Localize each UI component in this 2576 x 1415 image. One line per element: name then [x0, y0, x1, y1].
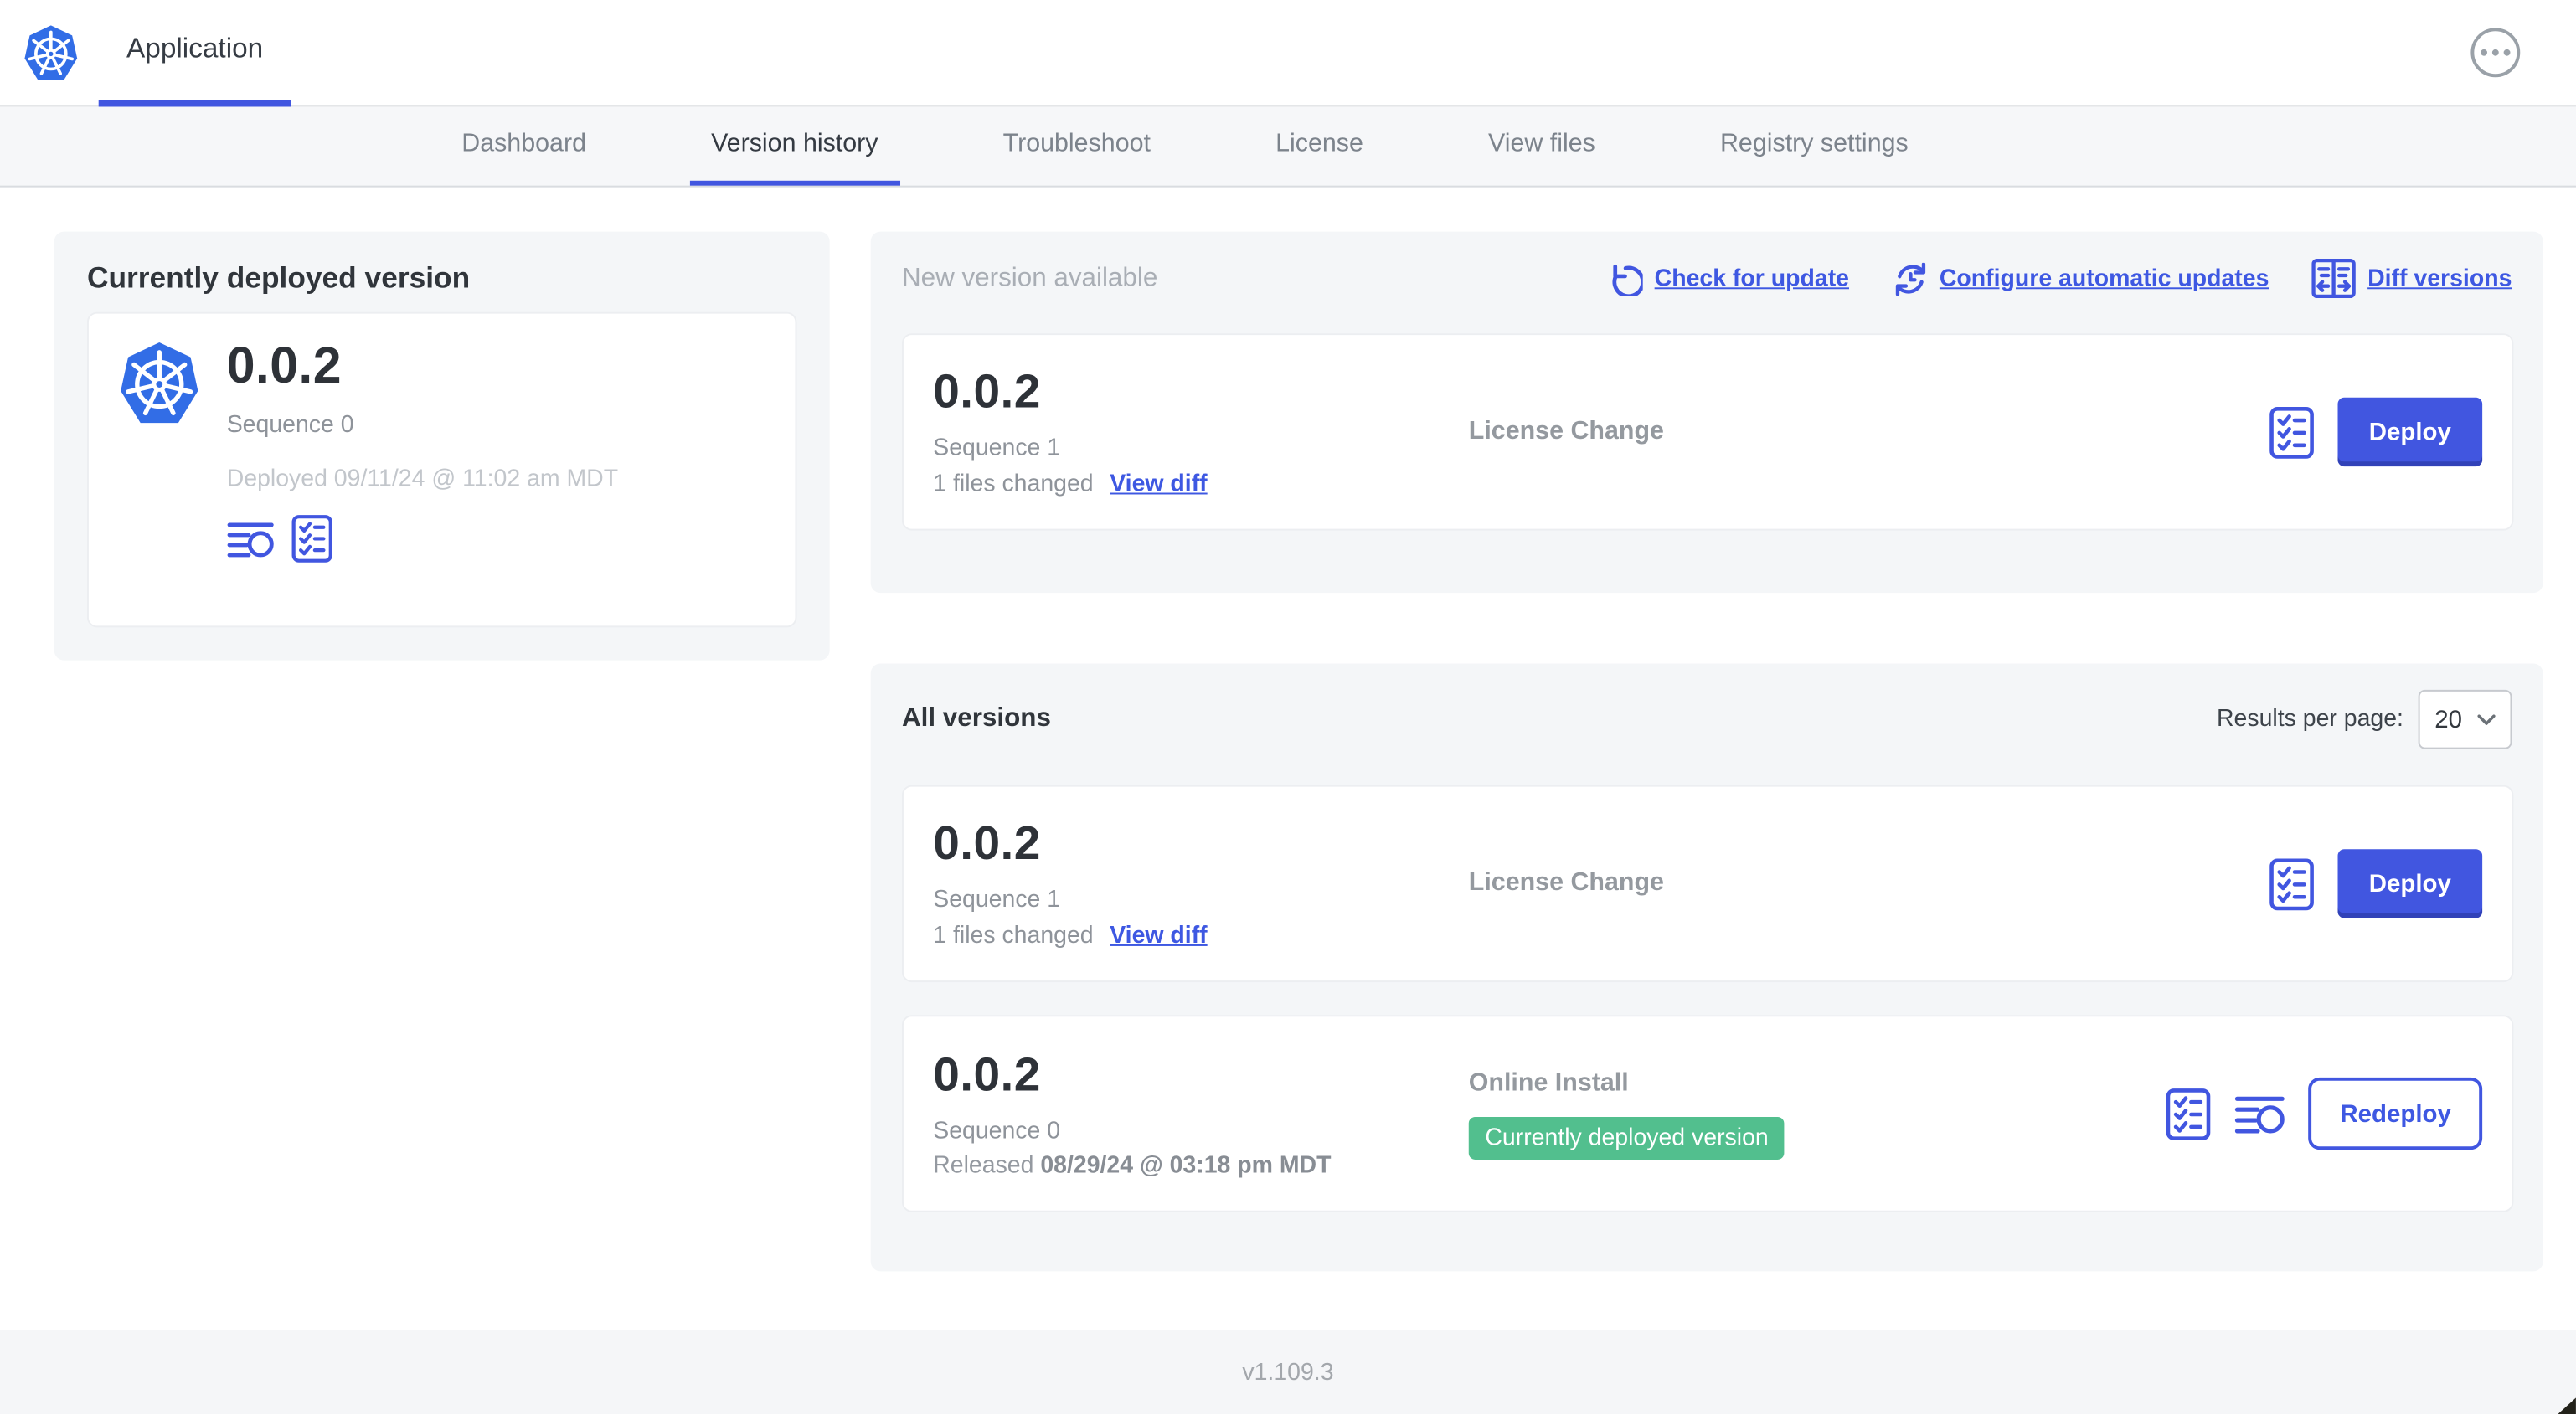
check-for-update-link[interactable]: Check for update: [1610, 262, 1849, 295]
checklist-icon[interactable]: [2269, 857, 2315, 911]
checklist-icon[interactable]: [291, 514, 333, 563]
currently-deployed-panel: Currently deployed version 0.0.2 Sequenc…: [54, 231, 830, 661]
cursor-artifact: [2558, 1397, 2576, 1415]
version-number: 0.0.2: [933, 817, 1041, 871]
kubernetes-app-icon: [118, 338, 200, 429]
logs-icon[interactable]: [227, 518, 275, 559]
kubernetes-logo-icon: [23, 22, 79, 83]
tab-dashboard[interactable]: Dashboard: [440, 107, 608, 186]
refresh-icon: [1610, 262, 1643, 295]
version-source: Online Install: [1468, 1068, 1629, 1097]
tab-license[interactable]: License: [1255, 107, 1385, 186]
tab-troubleshoot[interactable]: Troubleshoot: [981, 107, 1172, 186]
current-sequence: Sequence 0: [226, 412, 354, 439]
redeploy-button[interactable]: Redeploy: [2309, 1077, 2483, 1150]
all-versions-title: All versions: [901, 704, 1051, 733]
new-version-card: 0.0.2 Sequence 1 1 files changed View di…: [901, 333, 2514, 531]
checklist-icon[interactable]: [2166, 1087, 2212, 1141]
configure-automatic-updates-label: Configure automatic updates: [1939, 265, 2269, 292]
currently-deployed-badge: Currently deployed version: [1468, 1115, 1785, 1159]
ellipsis-icon[interactable]: [2470, 28, 2521, 78]
chevron-down-icon: [2477, 713, 2496, 725]
diff-icon: [2311, 258, 2356, 299]
files-changed-text: 1 files changed: [933, 923, 1094, 949]
tab-version-history[interactable]: Version history: [689, 107, 900, 186]
diff-versions-link[interactable]: Diff versions: [2311, 258, 2512, 299]
diff-versions-label: Diff versions: [2367, 265, 2512, 292]
version-released-timestamp: Released 08/29/24 @ 03:18 pm MDT: [933, 1152, 1332, 1179]
currently-deployed-card: 0.0.2 Sequence 0 Deployed 09/11/24 @ 11:…: [86, 311, 797, 628]
auto-update-icon: [1892, 262, 1928, 295]
top-header: Application: [0, 0, 2576, 107]
all-versions-section: All versions Results per page: 20 0.0.2 …: [870, 663, 2543, 1272]
new-version-section: New version available Check for update C…: [870, 231, 2543, 594]
configure-automatic-updates-link[interactable]: Configure automatic updates: [1892, 262, 2269, 295]
results-per-page-select[interactable]: 20: [2418, 689, 2512, 749]
deploy-button[interactable]: Deploy: [2337, 397, 2483, 467]
current-version-number: 0.0.2: [226, 337, 342, 394]
version-row: 0.0.2 Sequence 0 Released 08/29/24 @ 03:…: [901, 1015, 2514, 1212]
checklist-icon[interactable]: [2269, 405, 2315, 460]
tab-registry-settings[interactable]: Registry settings: [1698, 107, 1929, 186]
check-for-update-label: Check for update: [1654, 265, 1849, 292]
currently-deployed-title: Currently deployed version: [86, 260, 471, 295]
files-changed-text: 1 files changed: [933, 471, 1094, 498]
view-diff-link[interactable]: View diff: [1110, 923, 1207, 949]
nav-tab-bar: Dashboard Version history Troubleshoot L…: [0, 106, 2576, 188]
version-source: License Change: [1468, 417, 1664, 445]
admin-console-page: Application Dashboard Version history Tr…: [0, 0, 2576, 1415]
tab-view-files[interactable]: View files: [1466, 107, 1616, 186]
version-sequence: Sequence 1: [933, 435, 1061, 462]
version-sequence: Sequence 0: [933, 1117, 1061, 1145]
version-number: 0.0.2: [933, 1048, 1041, 1102]
footer: v1.109.3: [0, 1330, 2576, 1415]
app-tab-application[interactable]: Application: [98, 0, 291, 106]
new-version-title: New version available: [901, 263, 1158, 292]
version-row: 0.0.2 Sequence 1 1 files changed View di…: [901, 785, 2514, 983]
app-tab-label: Application: [126, 33, 264, 64]
current-deployed-timestamp: Deployed 09/11/24 @ 11:02 am MDT: [226, 466, 619, 493]
console-version: v1.109.3: [1242, 1359, 1334, 1386]
deploy-button[interactable]: Deploy: [2337, 849, 2483, 918]
version-number: 0.0.2: [933, 366, 1041, 419]
results-per-page-value: 20: [2434, 705, 2462, 733]
results-per-page-label: Results per page:: [2217, 706, 2403, 733]
version-source: License Change: [1468, 868, 1664, 898]
logs-icon[interactable]: [2235, 1092, 2286, 1136]
view-diff-link[interactable]: View diff: [1110, 471, 1207, 497]
version-sequence: Sequence 1: [933, 887, 1061, 913]
